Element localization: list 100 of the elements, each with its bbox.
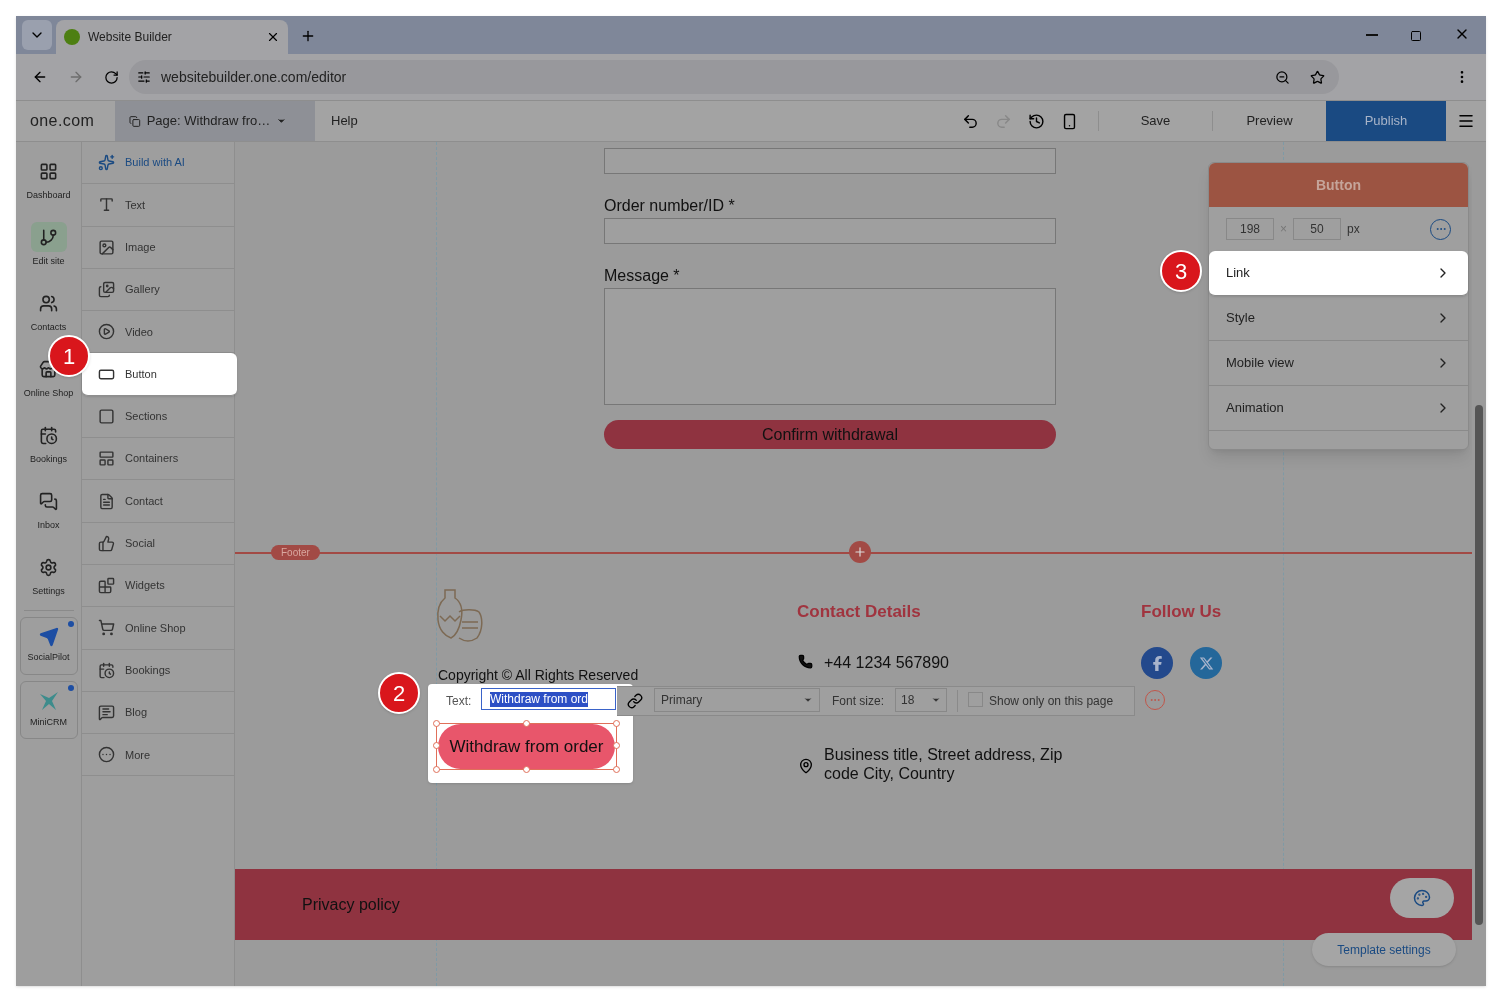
rail-item[interactable]: Settings [30,552,67,608]
panel-menu-item[interactable]: Style [1209,296,1468,341]
rail-item[interactable]: Edit site [30,222,67,278]
maximize-icon [1410,30,1422,42]
width-field[interactable]: 198 [1226,218,1274,240]
star-logo-icon [37,690,60,713]
panel-menu-item[interactable]: Mobile view [1209,341,1468,386]
form-icon [98,492,115,510]
menu-icon [1457,112,1475,130]
paper-plane-icon [38,627,59,648]
close-icon [266,30,280,44]
link-icon[interactable] [627,693,643,709]
app-tile[interactable]: MiniCRM [19,681,78,739]
rail-item[interactable]: Bookings [30,420,67,476]
resize-handle[interactable] [523,720,530,727]
calendar-icon [98,661,115,679]
palette-icon [1413,889,1431,907]
image-icon [98,238,115,256]
element-item[interactable]: Image [82,226,234,269]
element-item[interactable]: Gallery [82,268,234,312]
template-settings-button[interactable]: Template settings [1312,933,1456,966]
text-field[interactable] [604,218,1056,244]
page-icon [129,114,141,128]
resize-handle[interactable] [613,766,620,773]
element-item[interactable]: Social [82,522,234,565]
publish-button[interactable]: Publish [1326,101,1446,141]
checkbox-label: Show only on this page [989,693,1114,710]
resize-handle[interactable] [613,742,620,749]
element-item[interactable]: Contact [82,480,234,523]
element-item[interactable]: Bookings [82,649,234,692]
resize-handle[interactable] [613,720,620,727]
panel-menu-item[interactable]: Animation [1209,386,1468,431]
forward-icon [68,69,84,85]
app-tile[interactable]: SocialPilot [19,617,78,675]
element-item[interactable]: Online Shop [82,607,234,650]
edit-icon [30,222,67,252]
tab-list-button[interactable] [22,20,52,50]
x-logo-icon[interactable] [1190,647,1222,679]
copyright-text: Copyright © All Rights Reserved [438,667,639,683]
font-size-dropdown[interactable]: 18 [895,688,947,712]
message-field[interactable] [604,288,1056,405]
zoom-icon [1275,69,1290,85]
rail-item[interactable]: Dashboard [26,156,71,212]
element-item[interactable]: Sections [82,395,234,439]
save-button[interactable]: Save [1098,111,1212,131]
element-item[interactable]: Containers [82,438,234,481]
field-label: Text: [446,693,472,710]
redo-icon [995,112,1012,130]
comment-icon [98,704,115,721]
element-item[interactable]: More [82,734,234,777]
layout-icon [98,450,115,468]
phone-number: +44 1234 567890 [824,653,949,673]
help-link[interactable]: Help [331,111,358,131]
browser-tab[interactable]: Website Builder [56,20,288,54]
url-text: websitebuilder.one.com/editor [161,67,348,87]
section-heading: Contact Details [797,601,921,623]
site-info-icon [137,70,151,84]
scrollbar-thumb[interactable] [1475,405,1483,925]
height-field[interactable]: 50 [1293,218,1341,240]
style-dropdown[interactable]: Primary [654,688,820,712]
rectangle-icon [98,407,115,425]
vase-logo-icon [435,588,485,644]
add-section-icon[interactable] [849,541,871,563]
address-bar[interactable]: websitebuilder.one.com/editor [129,60,1339,94]
element-item[interactable]: Build with AI [82,142,234,185]
sparkle-icon [98,154,115,172]
text-field[interactable] [604,148,1056,174]
caret-icon [931,695,941,705]
element-item[interactable]: Button [82,353,237,396]
phone-icon [798,654,813,669]
back-icon [32,69,48,85]
element-item[interactable]: Text [82,184,234,227]
mobile-icon [1061,112,1078,130]
element-item[interactable]: Widgets [82,564,234,608]
page-selector[interactable]: Page: Withdraw fro… [115,101,315,141]
thumbs-up-icon [98,534,115,552]
caret-icon [803,695,813,705]
panel-menu-item[interactable]: Link [1209,251,1468,296]
facebook-icon[interactable] [1141,647,1173,679]
undo-icon [962,112,979,130]
withdraw-button[interactable]: Withdraw from order [438,724,615,769]
ellipsis-icon [98,746,115,764]
element-item[interactable]: Blog [82,691,234,735]
rail-item[interactable]: Inbox [30,486,67,542]
field-label: Message * [604,266,680,286]
resize-handle[interactable] [523,766,530,773]
address-text: Business title, Street address, Zip code City, Country [824,745,1064,783]
reload-icon [104,69,119,85]
new-tab-icon [300,28,316,44]
blocks-icon [98,577,115,595]
field-label: Order number/ID * [604,196,735,216]
resize-handle[interactable] [433,720,440,727]
resize-handle[interactable] [433,766,440,773]
button-text-field[interactable]: Withdraw from ord [481,688,616,710]
bookmark-icon [1310,69,1325,85]
cart-icon [98,619,115,637]
logo: one.com [29,111,96,131]
resize-handle[interactable] [433,742,440,749]
location-icon [798,758,814,774]
section-heading: Follow Us [1141,601,1222,623]
